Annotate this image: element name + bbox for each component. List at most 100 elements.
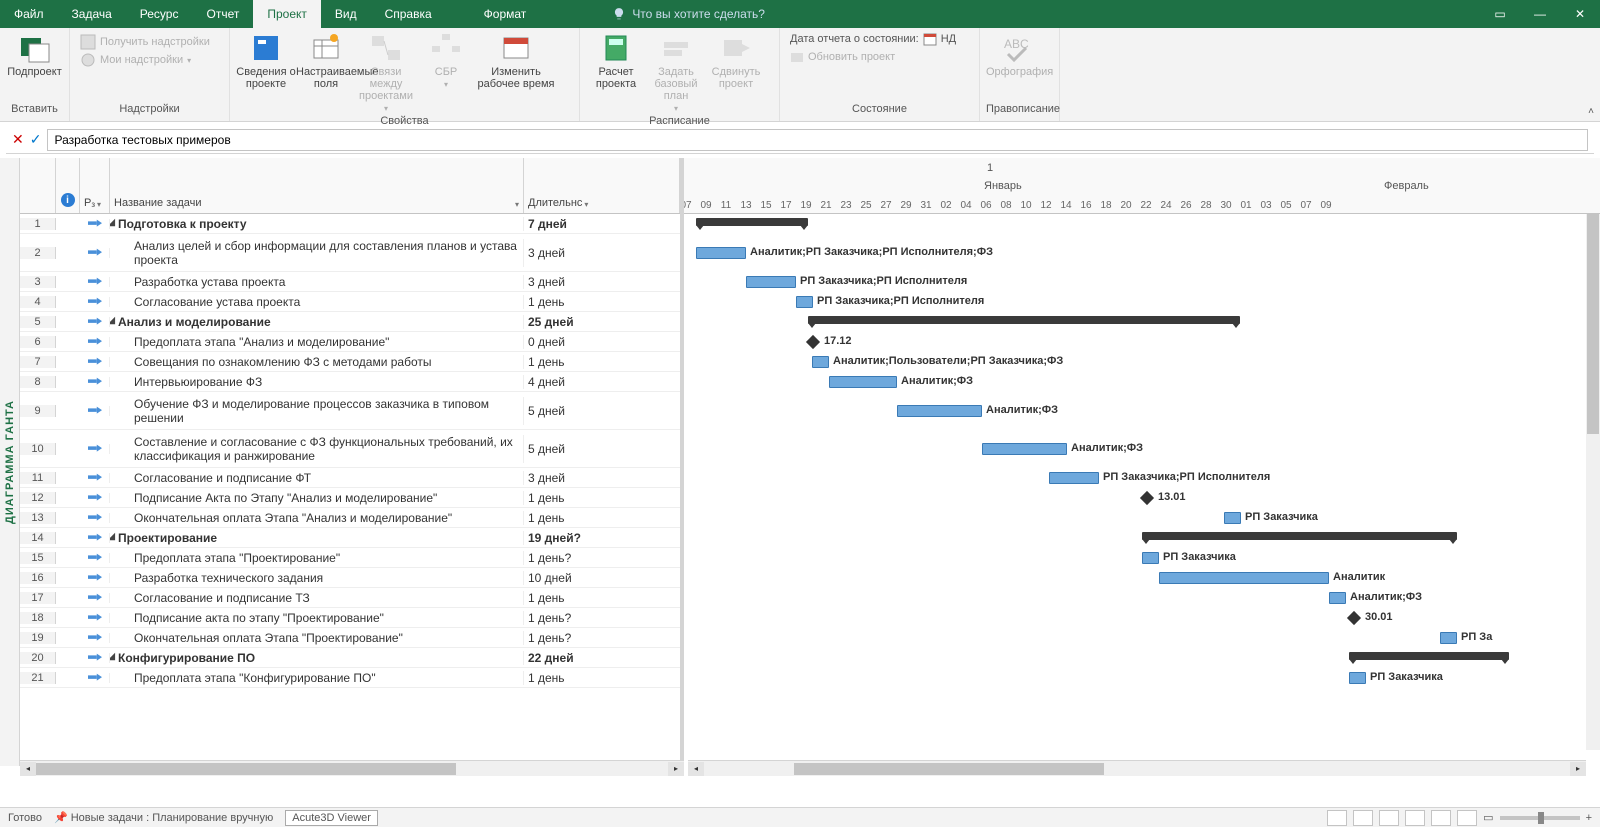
task-duration-cell[interactable]: 22 дней: [524, 651, 680, 665]
summary-bar[interactable]: [1142, 532, 1457, 540]
task-bar[interactable]: [796, 296, 813, 308]
task-duration-cell[interactable]: 1 день: [524, 591, 680, 605]
zoom-slider[interactable]: [1500, 816, 1580, 820]
task-duration-cell[interactable]: 1 день: [524, 491, 680, 505]
task-row[interactable]: 12Подписание Акта по Этапу "Анализ и мод…: [20, 488, 680, 508]
change-worktime-button[interactable]: Изменить рабочее время: [476, 30, 556, 90]
task-duration-cell[interactable]: 1 день: [524, 511, 680, 525]
view-zoom-icon[interactable]: [1457, 810, 1477, 826]
task-row[interactable]: 17Согласование и подписание ТЗ1 день: [20, 588, 680, 608]
task-row[interactable]: 13Окончательная оплата Этапа "Анализ и м…: [20, 508, 680, 528]
task-bar[interactable]: [1440, 632, 1457, 644]
task-bar[interactable]: [1049, 472, 1099, 484]
update-project-button[interactable]: Обновить проект: [786, 48, 899, 66]
task-name-cell[interactable]: Предоплата этапа "Проектирование": [110, 551, 524, 565]
task-name-cell[interactable]: ◢Анализ и моделирование: [110, 315, 524, 329]
col-duration[interactable]: Длительнс▾: [524, 158, 680, 213]
zoom-in-icon[interactable]: +: [1586, 812, 1592, 824]
milestone[interactable]: [1347, 611, 1361, 625]
task-name-cell[interactable]: Составление и согласование с ФЗ функцион…: [110, 435, 524, 463]
task-name-cell[interactable]: Подписание Акта по Этапу "Анализ и модел…: [110, 491, 524, 505]
window-close[interactable]: ✕: [1560, 0, 1600, 28]
task-row[interactable]: 8Интервьюирование ФЗ4 дней: [20, 372, 680, 392]
task-duration-cell[interactable]: 5 дней: [524, 442, 680, 456]
menu-file[interactable]: Файл: [0, 0, 58, 28]
timescale[interactable]: 1 ЯнварьФевраль 070911131517192123252729…: [684, 158, 1600, 214]
task-row[interactable]: 10Составление и согласование с ФЗ функци…: [20, 430, 680, 468]
menu-help[interactable]: Справка: [371, 0, 446, 28]
view-report-icon[interactable]: [1431, 810, 1451, 826]
menu-resource[interactable]: Ресурс: [126, 0, 193, 28]
task-name-cell[interactable]: Согласование устава проекта: [110, 295, 524, 309]
task-name-cell[interactable]: Разработка технического задания: [110, 571, 524, 585]
view-gantt-icon[interactable]: [1327, 810, 1347, 826]
task-row[interactable]: 16Разработка технического задания10 дней: [20, 568, 680, 588]
task-duration-cell[interactable]: 10 дней: [524, 571, 680, 585]
task-bar[interactable]: [1224, 512, 1241, 524]
milestone[interactable]: [806, 335, 820, 349]
task-row[interactable]: 19Окончательная оплата Этапа "Проектиров…: [20, 628, 680, 648]
status-date-row[interactable]: Дата отчета о состоянии: НД: [786, 30, 960, 48]
task-name-cell[interactable]: ◢Проектирование: [110, 531, 524, 545]
task-bar[interactable]: [982, 443, 1067, 455]
task-name-cell[interactable]: Подписание акта по этапу "Проектирование…: [110, 611, 524, 625]
task-duration-cell[interactable]: 7 дней: [524, 217, 680, 231]
task-name-cell[interactable]: ◢Подготовка к проекту: [110, 217, 524, 231]
accept-icon[interactable]: ✓: [30, 131, 42, 148]
view-team-icon[interactable]: [1379, 810, 1399, 826]
get-addins-button[interactable]: Получить надстройки: [80, 34, 210, 50]
tell-me[interactable]: Что вы хотите сделать?: [600, 0, 777, 28]
menu-task[interactable]: Задача: [58, 0, 126, 28]
task-duration-cell[interactable]: 4 дней: [524, 375, 680, 389]
task-row[interactable]: 2Анализ целей и сбор информации для сост…: [20, 234, 680, 272]
task-row[interactable]: 11Согласование и подписание ФТ3 дней: [20, 468, 680, 488]
task-name-cell[interactable]: Согласование и подписание ФТ: [110, 471, 524, 485]
task-duration-cell[interactable]: 3 дней: [524, 275, 680, 289]
summary-bar[interactable]: [808, 316, 1240, 324]
task-row[interactable]: 15Предоплата этапа "Проектирование"1 ден…: [20, 548, 680, 568]
task-duration-cell[interactable]: 1 день: [524, 295, 680, 309]
milestone[interactable]: [1140, 491, 1154, 505]
task-duration-cell[interactable]: 25 дней: [524, 315, 680, 329]
task-bar[interactable]: [1159, 572, 1329, 584]
task-duration-cell[interactable]: 3 дней: [524, 246, 680, 260]
status-newtasks[interactable]: 📌 Новые задачи : Планирование вручную: [54, 811, 273, 824]
task-row[interactable]: 7Совещания по ознакомлению ФЗ с методами…: [20, 352, 680, 372]
window-minimize[interactable]: —: [1520, 0, 1560, 28]
task-duration-cell[interactable]: 19 дней?: [524, 531, 680, 545]
summary-bar[interactable]: [696, 218, 808, 226]
task-duration-cell[interactable]: 1 день: [524, 355, 680, 369]
menu-project[interactable]: Проект: [253, 0, 321, 28]
zoom-out-icon[interactable]: ▭: [1483, 811, 1493, 824]
view-resource-icon[interactable]: [1405, 810, 1425, 826]
task-duration-cell[interactable]: 1 день: [524, 671, 680, 685]
task-name-cell[interactable]: Предоплата этапа "Анализ и моделирование…: [110, 335, 524, 349]
task-row[interactable]: 20◢Конфигурирование ПО22 дней: [20, 648, 680, 668]
task-row[interactable]: 18Подписание акта по этапу "Проектирован…: [20, 608, 680, 628]
view-usage-icon[interactable]: [1353, 810, 1373, 826]
task-row[interactable]: 1◢Подготовка к проекту7 дней: [20, 214, 680, 234]
task-name-cell[interactable]: Разработка устава проекта: [110, 275, 524, 289]
view-strip[interactable]: ДИАГРАММА ГАНТА: [0, 158, 20, 766]
entry-input[interactable]: [47, 129, 1588, 151]
acute3d-button[interactable]: Acute3D Viewer: [285, 810, 378, 826]
task-bar[interactable]: [829, 376, 897, 388]
col-taskmode[interactable]: Рз▾: [80, 158, 110, 213]
task-duration-cell[interactable]: 1 день?: [524, 551, 680, 565]
menu-view[interactable]: Вид: [321, 0, 371, 28]
custom-fields-button[interactable]: Настраиваемые поля: [296, 30, 356, 90]
menu-report[interactable]: Отчет: [192, 0, 253, 28]
task-bar[interactable]: [812, 356, 829, 368]
calculate-button[interactable]: Расчет проекта: [586, 30, 646, 90]
task-row[interactable]: 5◢Анализ и моделирование25 дней: [20, 312, 680, 332]
task-name-cell[interactable]: Предоплата этапа "Конфигурирование ПО": [110, 671, 524, 685]
task-name-cell[interactable]: Согласование и подписание ТЗ: [110, 591, 524, 605]
task-row[interactable]: 4Согласование устава проекта1 день: [20, 292, 680, 312]
task-bar[interactable]: [1349, 672, 1366, 684]
subproject-button[interactable]: Подпроект: [6, 30, 63, 78]
project-info-button[interactable]: Сведения о проекте: [236, 30, 296, 90]
baseline-button[interactable]: Задать базовый план▾: [646, 30, 706, 115]
task-name-cell[interactable]: Анализ целей и сбор информации для соста…: [110, 239, 524, 267]
task-bar[interactable]: [897, 405, 982, 417]
task-duration-cell[interactable]: 0 дней: [524, 335, 680, 349]
